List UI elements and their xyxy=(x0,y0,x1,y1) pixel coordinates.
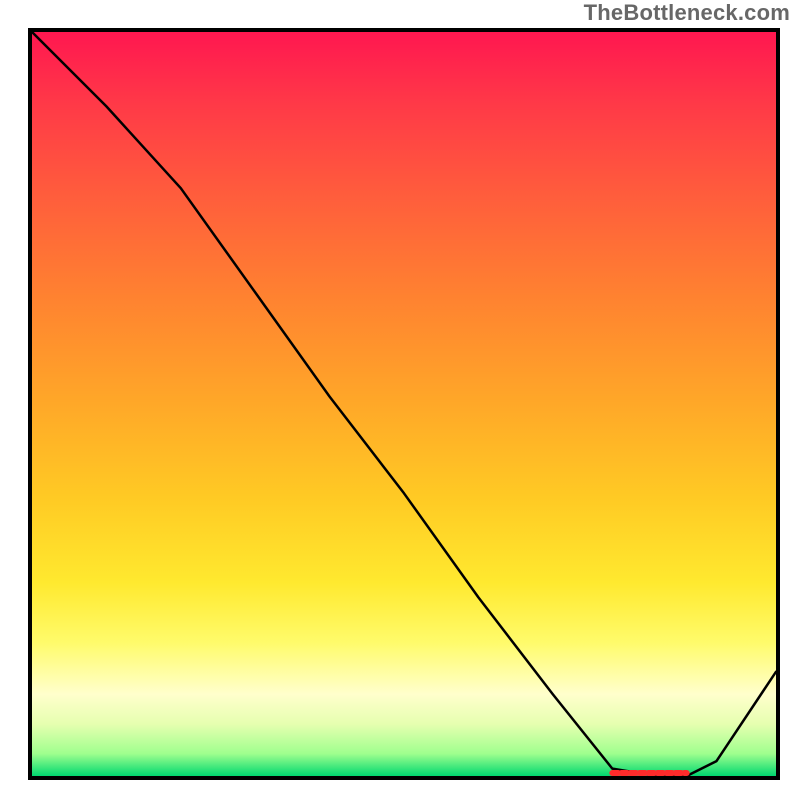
watermark-text: TheBottleneck.com xyxy=(584,0,790,26)
bottleneck-curve xyxy=(32,32,776,776)
bottleneck-curve-svg xyxy=(32,32,776,776)
chart-container: TheBottleneck.com xyxy=(0,0,800,800)
plot-area xyxy=(28,28,780,780)
